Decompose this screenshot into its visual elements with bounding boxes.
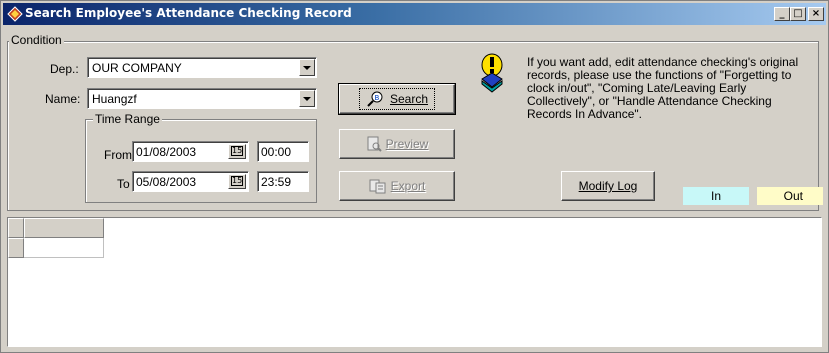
info-lightbulb-icon bbox=[481, 53, 503, 93]
export-button-label: Export bbox=[390, 179, 426, 193]
to-calendar-button[interactable]: 15 bbox=[228, 174, 246, 189]
to-label: To bbox=[117, 177, 130, 191]
from-time-field[interactable]: 00:00 bbox=[257, 141, 309, 162]
search-button-label: Search bbox=[389, 92, 429, 106]
name-value: Huangzf bbox=[92, 92, 137, 106]
close-button[interactable]: × bbox=[808, 7, 824, 21]
maximize-icon: □ bbox=[793, 8, 803, 19]
from-date-field[interactable]: 01/08/2003 15 bbox=[132, 141, 249, 162]
export-icon bbox=[369, 179, 386, 194]
search-button-focus: B Search bbox=[358, 88, 436, 110]
legend-in: In bbox=[683, 187, 749, 205]
preview-button[interactable]: Preview bbox=[339, 129, 455, 159]
department-label: Dep.: bbox=[50, 62, 79, 76]
grid-corner-cell bbox=[8, 218, 24, 238]
modify-log-button-label: Modify Log bbox=[578, 179, 638, 193]
records-grid[interactable] bbox=[7, 217, 822, 347]
from-date-value: 01/08/2003 bbox=[136, 145, 197, 159]
app-icon bbox=[7, 6, 23, 22]
search-icon: B bbox=[367, 91, 383, 107]
condition-group-title: Condition bbox=[9, 33, 64, 47]
minimize-icon: _ bbox=[779, 8, 785, 19]
modify-log-button[interactable]: Modify Log bbox=[561, 171, 655, 201]
name-select[interactable]: Huangzf bbox=[87, 88, 317, 109]
search-button[interactable]: B Search bbox=[338, 83, 456, 115]
grid-row-header[interactable] bbox=[8, 238, 24, 258]
to-time-field[interactable]: 23:59 bbox=[257, 171, 309, 192]
from-label: From bbox=[104, 148, 132, 162]
legend-out: Out bbox=[757, 187, 823, 205]
time-range-title: Time Range bbox=[93, 112, 162, 126]
window-title: Search Employee's Attendance Checking Re… bbox=[25, 6, 352, 20]
preview-button-label: Preview bbox=[385, 137, 429, 151]
export-button[interactable]: Export bbox=[339, 171, 455, 201]
svg-text:B: B bbox=[374, 94, 379, 102]
calendar-icon: 15 bbox=[231, 176, 243, 186]
info-text: If you want add, edit attendance checkin… bbox=[527, 55, 799, 121]
calendar-icon: 15 bbox=[231, 146, 243, 156]
name-label: Name: bbox=[45, 92, 81, 106]
chevron-down-icon[interactable] bbox=[299, 90, 315, 107]
minimize-button[interactable]: _ bbox=[774, 7, 790, 21]
title-bar[interactable]: Search Employee's Attendance Checking Re… bbox=[3, 3, 826, 25]
to-time-value: 23:59 bbox=[261, 175, 292, 189]
from-time-value: 00:00 bbox=[261, 145, 292, 159]
preview-icon bbox=[367, 136, 382, 152]
from-calendar-button[interactable]: 15 bbox=[228, 144, 246, 159]
to-date-value: 05/08/2003 bbox=[136, 175, 197, 189]
close-icon: × bbox=[811, 8, 821, 19]
department-value: OUR COMPANY bbox=[92, 61, 182, 75]
maximize-button[interactable]: □ bbox=[790, 7, 806, 21]
to-date-field[interactable]: 05/08/2003 15 bbox=[132, 171, 249, 192]
main-window: Search Employee's Attendance Checking Re… bbox=[0, 0, 829, 353]
department-select[interactable]: OUR COMPANY bbox=[87, 57, 317, 78]
chevron-down-icon[interactable] bbox=[299, 59, 315, 76]
grid-column-header[interactable] bbox=[24, 218, 104, 238]
grid-data-cell[interactable] bbox=[24, 238, 104, 258]
